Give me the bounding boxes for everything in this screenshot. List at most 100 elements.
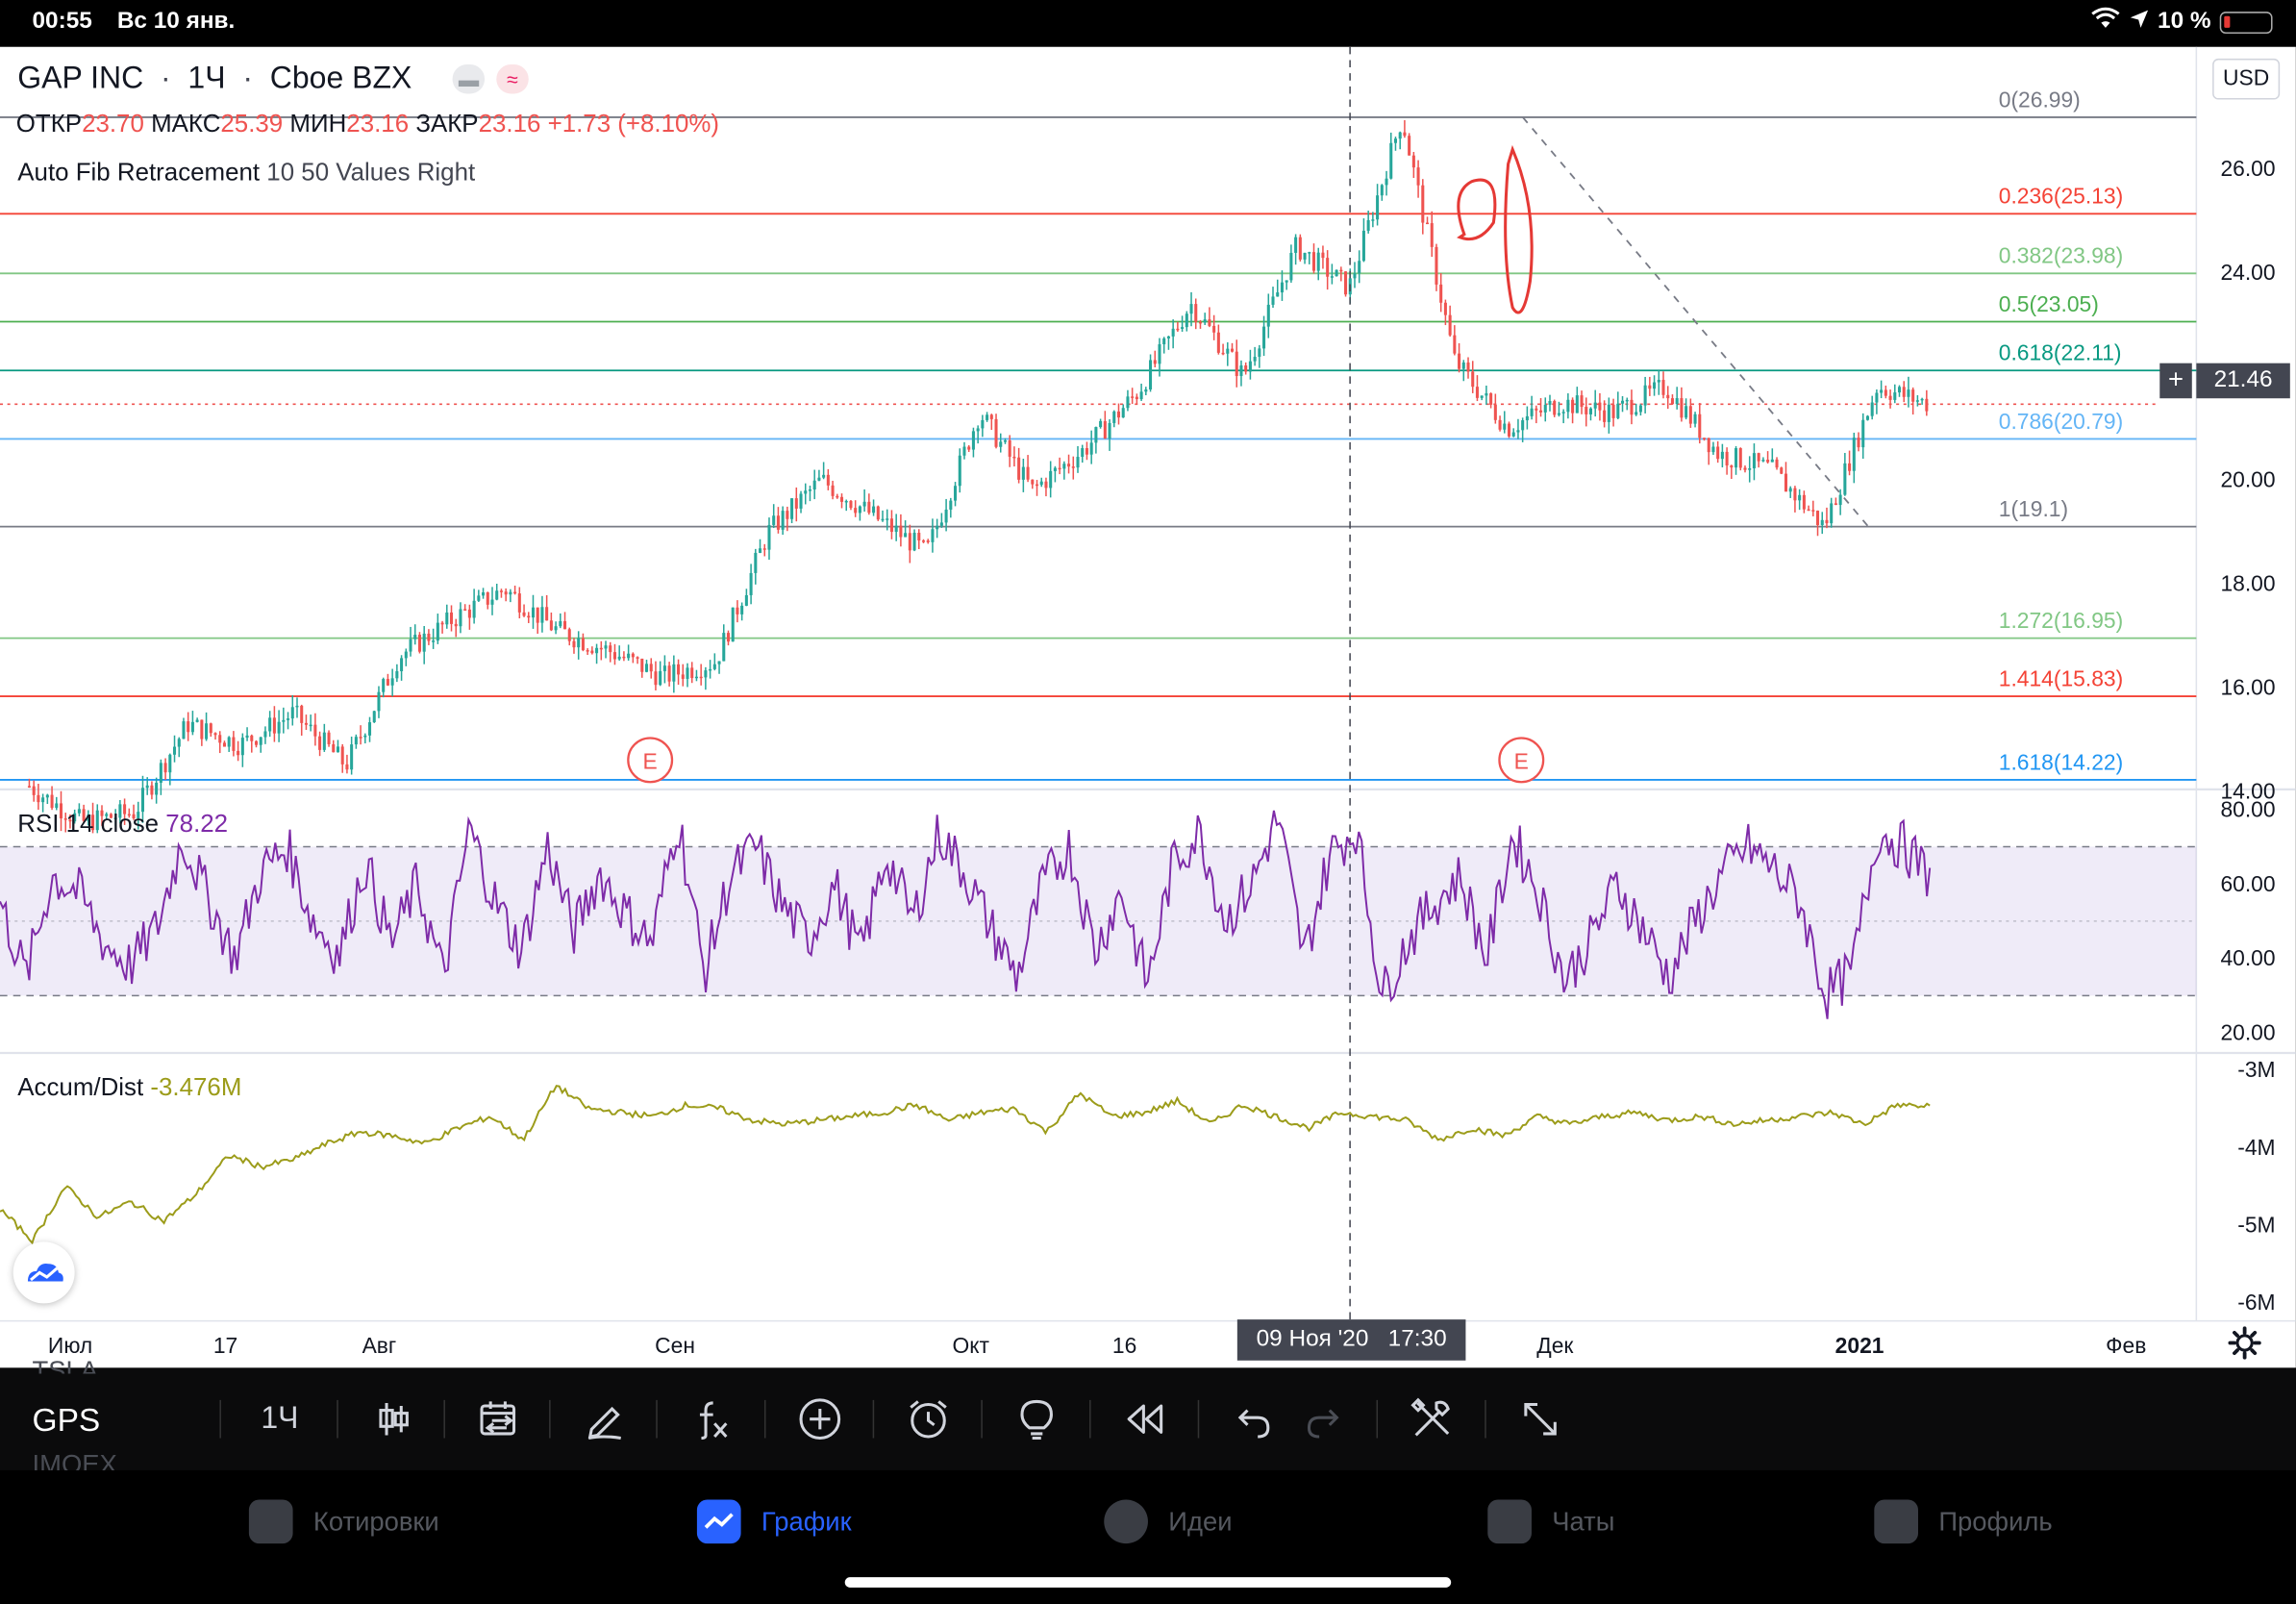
time-axis-label: Авг [362, 1333, 397, 1358]
toolbar-separator [337, 1399, 338, 1439]
candle-body [949, 500, 953, 510]
tab-chats[interactable]: Чаты [1487, 1496, 1614, 1546]
tab-quotes-label: Котировки [312, 1506, 439, 1536]
earnings-marker-label: E [1514, 749, 1529, 774]
candle-body [45, 794, 49, 798]
candle-body [1408, 136, 1411, 156]
add-alert-icon[interactable]: + [2159, 363, 2192, 399]
candle-body [1775, 459, 1779, 468]
tools-icon[interactable] [1410, 1397, 1455, 1441]
rsi-legend[interactable]: RSI 14 close 78.22 [17, 810, 228, 839]
add-circle-icon[interactable] [798, 1397, 842, 1441]
candle-body [1062, 464, 1066, 469]
candle-body [1630, 399, 1634, 415]
indicators-fx-icon[interactable] [689, 1397, 734, 1441]
replay-icon[interactable] [1123, 1397, 1167, 1441]
candle-body [971, 431, 975, 450]
prev-symbol[interactable]: TSLA [33, 1356, 99, 1373]
candle-body [150, 785, 154, 795]
redo-icon[interactable] [1302, 1397, 1346, 1441]
candle-body [563, 620, 567, 630]
status-indicators: 10 % [2090, 7, 2273, 37]
candle-body [749, 572, 753, 595]
legend-separator: · [152, 61, 180, 95]
candle-body [1489, 393, 1493, 405]
tab-ideas[interactable]: Идеи [1104, 1496, 1233, 1546]
fib-level-label: 1.414(15.83) [1999, 665, 2123, 690]
candle-body [345, 764, 349, 770]
candle-body [27, 786, 31, 788]
candle-body [1611, 404, 1615, 418]
candle-body [690, 667, 694, 679]
candle-body [287, 718, 290, 720]
candle-body [1635, 412, 1638, 415]
tradingview-cloud-icon[interactable] [12, 1241, 75, 1304]
fullscreen-icon[interactable] [1518, 1397, 1562, 1441]
candle-body [786, 511, 789, 519]
candle-body [272, 717, 276, 734]
candle-body [1443, 302, 1447, 315]
ideas-lightbulb-icon[interactable] [1014, 1397, 1059, 1441]
fib-indicator-title: Auto Fib Retracement [17, 158, 261, 187]
candle-body [168, 754, 172, 773]
collapse-legend-icon[interactable]: ▬ [452, 64, 486, 95]
candle-body [631, 653, 635, 658]
candle-body [867, 501, 871, 514]
gear-icon[interactable] [2226, 1324, 2264, 1363]
symbol-legend[interactable]: GAP INC · 1Ч · Cboe BZX ▬ ≈ [17, 61, 529, 97]
candle-body [1861, 419, 1865, 448]
candle-body [617, 656, 621, 660]
candle-body [1766, 460, 1770, 463]
undo-icon[interactable] [1232, 1397, 1276, 1441]
candle-body [936, 525, 939, 530]
toolbar-separator [656, 1399, 658, 1439]
candle-body [363, 735, 367, 738]
candle-body [1621, 400, 1625, 404]
candle-body [699, 676, 703, 679]
alarm-icon[interactable] [907, 1397, 951, 1441]
high-value: 25.39 [220, 110, 284, 138]
candle-body [463, 609, 467, 611]
candle-body [849, 500, 853, 509]
tab-profile[interactable]: Профиль [1874, 1496, 2053, 1546]
candles-icon[interactable] [372, 1397, 416, 1441]
currency-button[interactable]: USD [2212, 58, 2281, 100]
candle-body [908, 533, 911, 551]
toolbar-symbol[interactable]: GPS [33, 1401, 101, 1440]
draw-pencil-icon[interactable] [583, 1397, 627, 1441]
compare-calendar-icon[interactable] [477, 1397, 521, 1441]
candle-body [459, 609, 462, 627]
accum-axis-label: -3M [2237, 1057, 2275, 1082]
candle-body [1875, 392, 1879, 403]
toolbar-separator [443, 1399, 445, 1439]
candle-body [790, 498, 794, 519]
open-value: 23.70 [82, 110, 144, 138]
fib-indicator-legend[interactable]: Auto Fib Retracement 10 50 Values Right [17, 158, 475, 187]
candle-body [1638, 405, 1642, 413]
candle-body [1838, 494, 1842, 506]
candle-body [1503, 423, 1507, 430]
candle-body [263, 731, 267, 738]
candle-body [712, 664, 716, 669]
tab-chart[interactable]: График [696, 1496, 852, 1546]
accum-legend[interactable]: Accum/Dist -3.476M [17, 1073, 241, 1102]
candle-body [858, 506, 861, 514]
chart-canvas[interactable]: Июл 17 Авг Сен Окт 16 Дек 2021 Фев 0(26.99) 0.236(… [0, 46, 2296, 1368]
candle-body [1485, 393, 1488, 396]
wave-icon[interactable]: ≈ [496, 64, 529, 95]
candle-body [1039, 481, 1043, 486]
candle-body [1021, 466, 1025, 480]
candle-body [1248, 361, 1252, 372]
chart-area[interactable]: Июл 17 Авг Сен Окт 16 Дек 2021 Фев 0(26.99) 0.236(… [0, 46, 2296, 1368]
toolbar-separator [981, 1399, 983, 1439]
candle-body [1607, 404, 1610, 422]
candle-body [1888, 395, 1892, 400]
toolbar-interval[interactable]: 1Ч [257, 1397, 304, 1441]
next-symbol[interactable]: IMOEX [33, 1450, 117, 1470]
accum-axis-label: -4M [2237, 1135, 2275, 1160]
candle-body [240, 738, 244, 756]
candle-body [1539, 410, 1543, 413]
candle-body [145, 785, 149, 789]
hand-drawn-annotation [1457, 144, 1534, 314]
tab-quotes[interactable]: Котировки [248, 1496, 439, 1546]
